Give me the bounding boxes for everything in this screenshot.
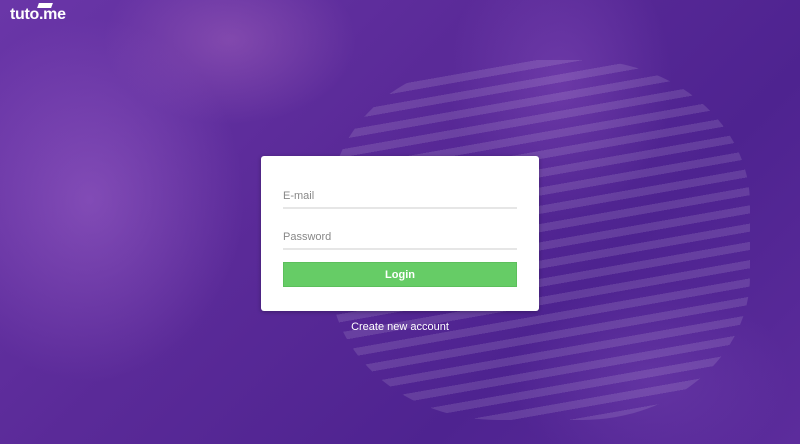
email-input[interactable] — [283, 185, 517, 209]
create-account-link[interactable]: Create new account — [0, 321, 800, 333]
brand-name: tuto.me — [10, 6, 66, 23]
login-button[interactable]: Login — [283, 262, 517, 287]
graduation-cap-icon — [37, 3, 53, 8]
login-card: Login — [261, 156, 539, 311]
brand-logo[interactable]: tuto.me — [10, 3, 66, 24]
password-input[interactable] — [283, 226, 517, 250]
